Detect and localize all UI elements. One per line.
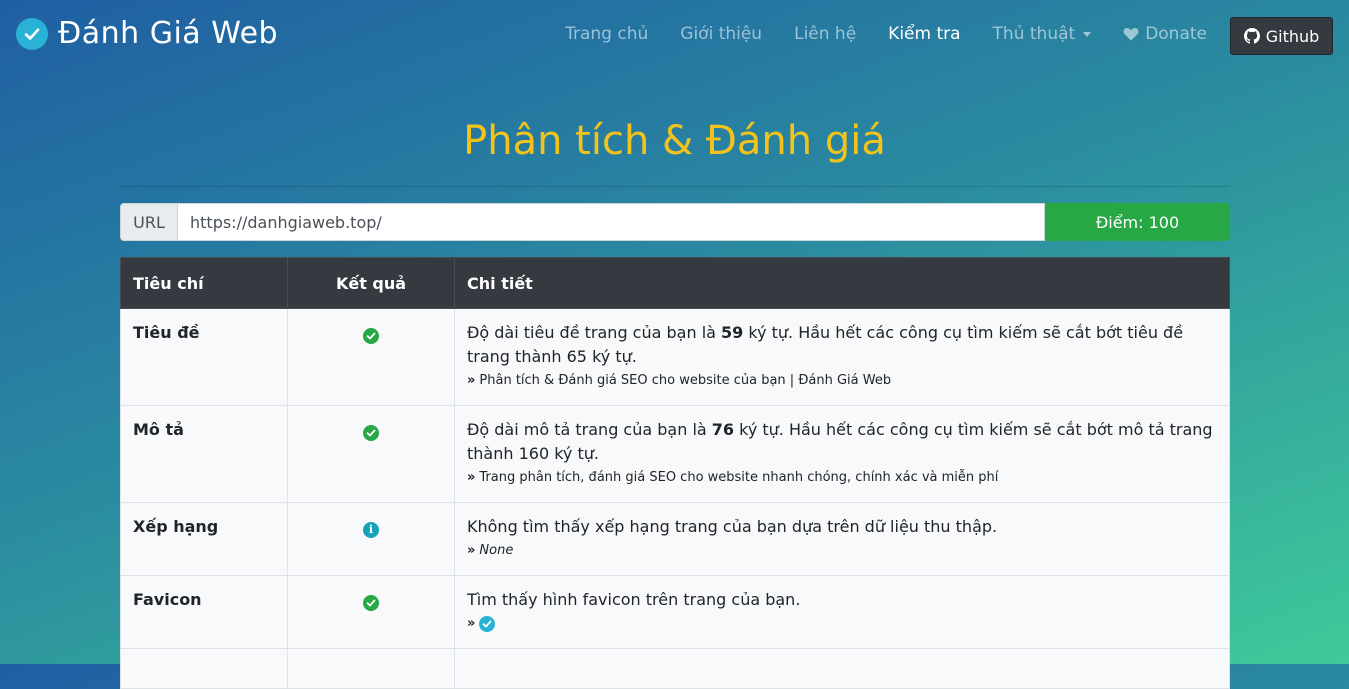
detail-pre: Độ dài mô tả trang của bạn là xyxy=(467,420,712,439)
row-criteria: Tiêu đề xyxy=(120,308,288,406)
row-result: i xyxy=(287,502,455,576)
brand-name: Đánh Giá Web xyxy=(58,16,279,51)
note-text: Phân tích & Đánh giá SEO cho website của… xyxy=(479,373,892,388)
table-row: Xếp hạng i Không tìm thấy xếp hạng trang… xyxy=(120,502,1230,576)
info-circle-icon: i xyxy=(363,521,379,538)
github-label: Github xyxy=(1265,26,1320,46)
note-text: None xyxy=(479,543,514,558)
row-criteria: Favicon xyxy=(120,575,288,649)
row-result xyxy=(287,405,455,503)
row-result xyxy=(287,308,455,406)
nav-item-contact[interactable]: Liên hệ xyxy=(794,24,856,44)
header-detail: Chi tiết xyxy=(454,257,1230,309)
row-detail xyxy=(454,648,1230,689)
row-detail: Không tìm thấy xếp hạng trang của bạn dự… xyxy=(454,502,1230,576)
detail-note: » None xyxy=(467,541,1217,561)
row-criteria xyxy=(120,648,288,689)
page-title: Phân tích & Đánh giá xyxy=(463,118,886,164)
divider xyxy=(120,186,1230,187)
header-criteria: Tiêu chí xyxy=(120,257,288,309)
row-result xyxy=(287,575,455,649)
detail-pre: Độ dài tiêu đề trang của bạn là xyxy=(467,323,722,342)
detail-text: Không tìm thấy xếp hạng trang của bạn dự… xyxy=(467,517,998,536)
nav-item-donate[interactable]: Donate xyxy=(1123,24,1207,44)
detail-note: » Trang phân tích, đánh giá SEO cho websi… xyxy=(467,468,1217,488)
table-row: Tiêu đề Độ dài tiêu đề trang của bạn là … xyxy=(120,308,1230,406)
detail-text: Độ dài mô tả trang của bạn là 76 ký tự. … xyxy=(467,418,1217,466)
check-circle-icon xyxy=(363,424,379,441)
brand-logo-link[interactable]: Đánh Giá Web xyxy=(16,16,278,51)
url-label: URL xyxy=(120,203,178,241)
row-detail: Độ dài mô tả trang của bạn là 76 ký tự. … xyxy=(454,405,1230,503)
main-nav: Trang chủ Giới thiệu Liên hệ Kiểm tra Th… xyxy=(565,24,1207,44)
double-chevron-right-icon: » xyxy=(467,616,476,631)
double-chevron-right-icon: » xyxy=(467,373,476,388)
navbar: Đánh Giá Web Trang chủ Giới thiệu Liên h… xyxy=(0,0,1349,72)
detail-count: 76 xyxy=(711,420,735,439)
detail-text: Tìm thấy hình favicon trên trang của bạn… xyxy=(467,590,801,609)
github-button[interactable]: Github xyxy=(1230,17,1333,55)
nav-item-tips-label: Thủ thuật xyxy=(992,24,1076,44)
table-row xyxy=(120,648,1230,689)
detail-text: Độ dài tiêu đề trang của bạn là 59 ký tự… xyxy=(467,321,1217,369)
favicon-icon xyxy=(479,615,496,632)
table-header-row: Tiêu chí Kết quả Chi tiết xyxy=(120,257,1230,309)
github-icon xyxy=(1243,28,1260,44)
row-result xyxy=(287,648,455,689)
nav-item-donate-label: Donate xyxy=(1145,24,1207,44)
nav-item-home[interactable]: Trang chủ xyxy=(565,24,648,44)
row-detail: Độ dài tiêu đề trang của bạn là 59 ký tự… xyxy=(454,308,1230,406)
detail-count: 59 xyxy=(721,323,744,342)
nav-item-about[interactable]: Giới thiệu xyxy=(680,24,762,44)
url-form: URL https://danhgiaweb.top/ Điểm: 100 xyxy=(120,203,1230,241)
detail-note: » xyxy=(467,614,1217,634)
note-text: Trang phân tích, đánh giá SEO cho websit… xyxy=(479,470,999,485)
double-chevron-right-icon: » xyxy=(467,543,476,558)
row-criteria: Mô tả xyxy=(120,405,288,503)
score-button[interactable]: Điểm: 100 xyxy=(1045,203,1230,241)
check-circle-icon xyxy=(363,327,379,344)
header-result: Kết quả xyxy=(287,257,455,309)
nav-item-tips-dropdown[interactable]: Thủ thuật xyxy=(993,24,1092,44)
check-circle-icon xyxy=(16,17,48,50)
caret-down-icon xyxy=(1083,31,1092,37)
table-row: Favicon Tìm thấy hình favicon trên trang… xyxy=(120,575,1230,649)
check-circle-icon xyxy=(363,594,379,611)
double-chevron-right-icon: » xyxy=(467,470,476,485)
detail-note: » Phân tích & Đánh giá SEO cho website củ… xyxy=(467,371,1217,391)
nav-item-check[interactable]: Kiểm tra xyxy=(888,24,960,44)
results-table: Tiêu chí Kết quả Chi tiết Tiêu đề Độ dài… xyxy=(120,257,1230,689)
url-input[interactable]: https://danhgiaweb.top/ xyxy=(178,203,1045,241)
table-row: Mô tả Độ dài mô tả trang của bạn là 76 k… xyxy=(120,405,1230,503)
row-criteria: Xếp hạng xyxy=(120,502,288,576)
heart-icon xyxy=(1123,28,1139,41)
row-detail: Tìm thấy hình favicon trên trang của bạn… xyxy=(454,575,1230,649)
